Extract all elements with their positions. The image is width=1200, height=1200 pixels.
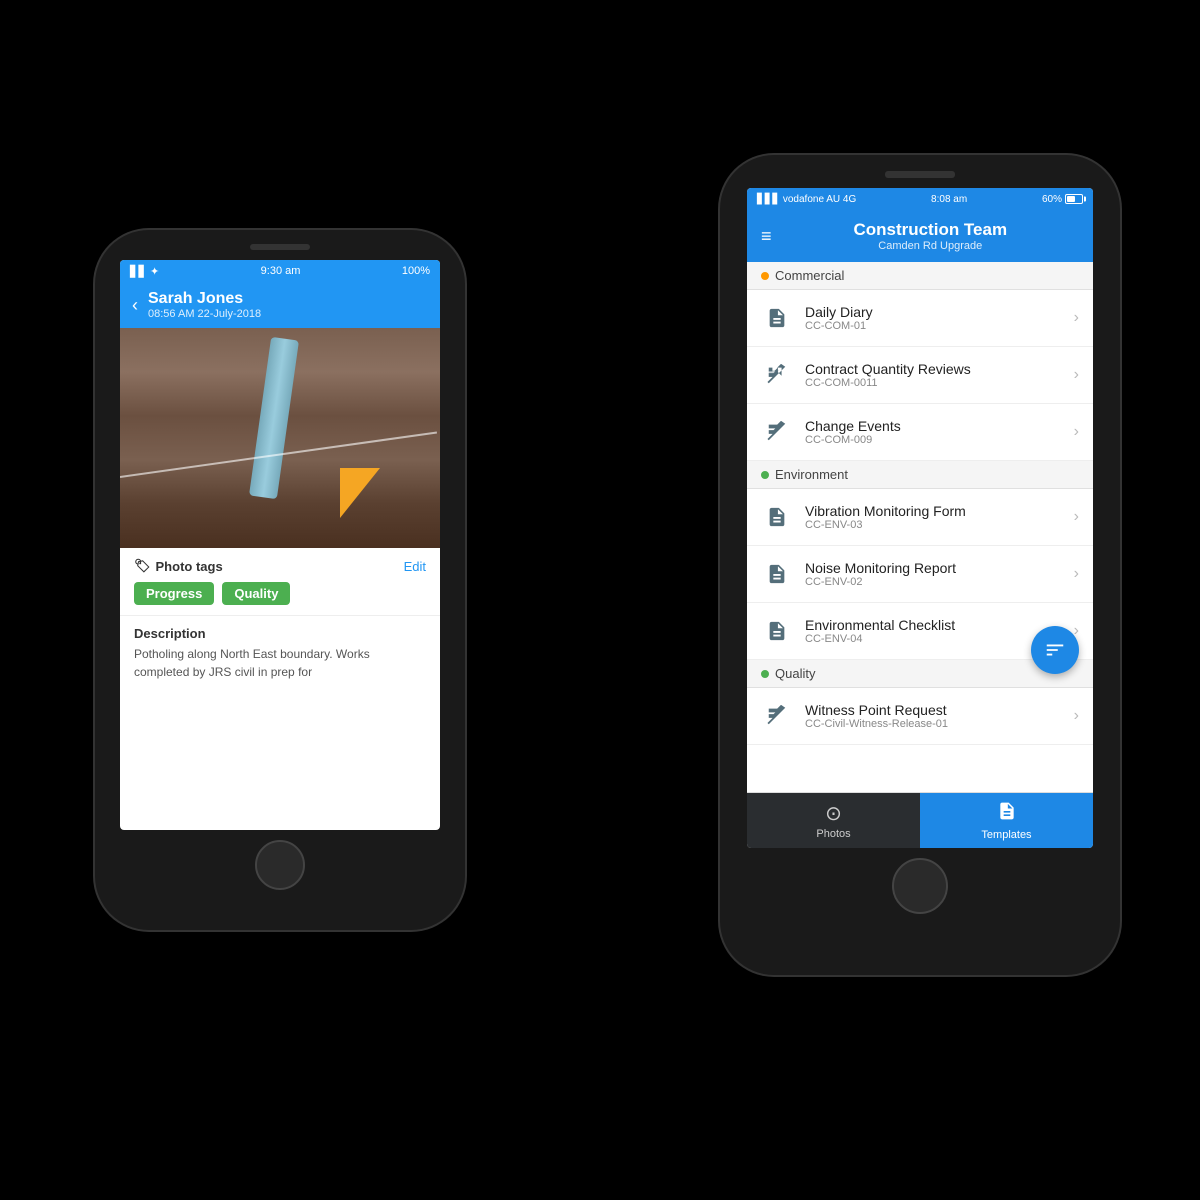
tab-photos-label: Photos xyxy=(816,828,850,840)
list-content: Commercial Daily Diary CC-COM-01 › xyxy=(747,262,1093,792)
left-header-info: Sarah Jones 08:56 AM 22-July-2018 xyxy=(148,290,261,320)
right-header-info: Construction Team Camden Rd Upgrade xyxy=(782,220,1079,252)
doc-icon-3 xyxy=(761,558,793,590)
left-header-name: Sarah Jones xyxy=(148,290,261,308)
section-commercial: Commercial xyxy=(747,262,1093,290)
right-screen: ▋▋▋ vodafone AU 4G 8:08 am 60% ≡ Constru… xyxy=(747,188,1093,848)
tag-chips: Progress Quality xyxy=(134,582,426,605)
item-text-noise: Noise Monitoring Report CC-ENV-02 xyxy=(805,560,1074,588)
photo-meta: 🏷 Photo tags Edit Progress Quality xyxy=(120,548,440,616)
tab-photos[interactable]: ⊙ Photos xyxy=(747,793,920,848)
tag-quality[interactable]: Quality xyxy=(222,582,290,605)
list-item-witness[interactable]: Witness Point Request CC-Civil-Witness-R… xyxy=(747,688,1093,745)
signal-icon: ▋▋▋ xyxy=(757,194,780,205)
left-header: ‹ Sarah Jones 08:56 AM 22-July-2018 xyxy=(120,282,440,328)
photo-area xyxy=(120,328,440,548)
left-signal-wifi: ▋▋ ✦ xyxy=(130,265,159,278)
doc-icon-2 xyxy=(761,501,793,533)
list-item-contract-qty[interactable]: Contract Quantity Reviews CC-COM-0011 › xyxy=(747,347,1093,404)
right-time: 8:08 am xyxy=(931,194,967,205)
list-item-vibration[interactable]: Vibration Monitoring Form CC-ENV-03 › xyxy=(747,489,1093,546)
chevron-vibration: › xyxy=(1074,508,1079,526)
photo-tags-row: 🏷 Photo tags Edit xyxy=(134,558,426,574)
right-header-subtitle: Camden Rd Upgrade xyxy=(782,240,1079,252)
edit-link[interactable]: Edit xyxy=(404,559,426,574)
chevron-change-events: › xyxy=(1074,423,1079,441)
description-section: Description Potholing along North East b… xyxy=(120,616,440,691)
tab-templates-label: Templates xyxy=(981,829,1031,841)
camera-icon: ⊙ xyxy=(825,801,842,826)
cross-icon-3 xyxy=(761,700,793,732)
doc-icon-4 xyxy=(761,615,793,647)
photo-scene xyxy=(120,328,440,548)
chevron-witness: › xyxy=(1074,707,1079,725)
list-item-change-events[interactable]: Change Events CC-COM-009 › xyxy=(747,404,1093,461)
cross-icon-1 xyxy=(761,359,793,391)
item-text-witness: Witness Point Request CC-Civil-Witness-R… xyxy=(805,702,1074,730)
chevron-noise: › xyxy=(1074,565,1079,583)
item-text-vibration: Vibration Monitoring Form CC-ENV-03 xyxy=(805,503,1074,531)
fab-filter[interactable] xyxy=(1031,626,1079,674)
right-battery: 60% xyxy=(1042,194,1083,205)
description-text: Potholing along North East boundary. Wor… xyxy=(134,645,426,681)
item-text-change-events: Change Events CC-COM-009 xyxy=(805,418,1074,446)
tag-progress[interactable]: Progress xyxy=(134,582,214,605)
tab-bar: ⊙ Photos Templates xyxy=(747,792,1093,848)
template-icon xyxy=(997,801,1017,827)
left-screen: ▋▋ ✦ 9:30 am 100% ‹ Sarah Jones 08:56 AM… xyxy=(120,260,440,830)
dot-environment xyxy=(761,471,769,479)
scene: ▋▋ ✦ 9:30 am 100% ‹ Sarah Jones 08:56 AM… xyxy=(0,0,1200,1200)
left-status-bar: ▋▋ ✦ 9:30 am 100% xyxy=(120,260,440,282)
left-battery: 100% xyxy=(402,265,430,277)
dot-quality xyxy=(761,670,769,678)
right-header-title: Construction Team xyxy=(782,220,1079,240)
battery-icon xyxy=(1065,194,1083,204)
photo-tags-label: 🏷 Photo tags xyxy=(134,558,223,574)
right-home-button[interactable] xyxy=(892,858,948,914)
chevron-daily-diary: › xyxy=(1074,309,1079,327)
list-item-daily-diary[interactable]: Daily Diary CC-COM-01 › xyxy=(747,290,1093,347)
right-carrier-network: ▋▋▋ vodafone AU 4G xyxy=(757,194,856,205)
battery-fill xyxy=(1067,196,1075,202)
description-label: Description xyxy=(134,626,426,641)
item-text-daily-diary: Daily Diary CC-COM-01 xyxy=(805,304,1074,332)
doc-icon-1 xyxy=(761,302,793,334)
phone-right: ▋▋▋ vodafone AU 4G 8:08 am 60% ≡ Constru… xyxy=(720,155,1120,975)
item-text-contract-qty: Contract Quantity Reviews CC-COM-0011 xyxy=(805,361,1074,389)
right-speaker xyxy=(885,171,955,178)
section-environment: Environment xyxy=(747,461,1093,489)
tab-templates[interactable]: Templates xyxy=(920,793,1093,848)
right-header: ≡ Construction Team Camden Rd Upgrade xyxy=(747,210,1093,262)
left-time: 9:30 am xyxy=(261,265,301,277)
left-home-button[interactable] xyxy=(255,840,305,890)
cross-icon-2 xyxy=(761,416,793,448)
dot-commercial xyxy=(761,272,769,280)
phone-left: ▋▋ ✦ 9:30 am 100% ‹ Sarah Jones 08:56 AM… xyxy=(95,230,465,930)
menu-button[interactable]: ≡ xyxy=(761,226,772,247)
chevron-contract-qty: › xyxy=(1074,366,1079,384)
list-item-noise[interactable]: Noise Monitoring Report CC-ENV-02 › xyxy=(747,546,1093,603)
left-header-timestamp: 08:56 AM 22-July-2018 xyxy=(148,308,261,320)
flag xyxy=(340,468,380,518)
right-status-bar: ▋▋▋ vodafone AU 4G 8:08 am 60% xyxy=(747,188,1093,210)
back-button[interactable]: ‹ xyxy=(132,295,138,316)
left-speaker xyxy=(250,244,310,250)
